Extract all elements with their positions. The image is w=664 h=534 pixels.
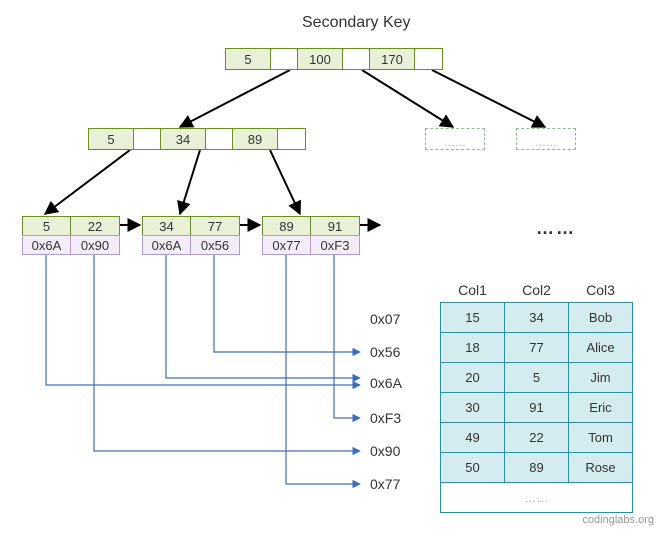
address-label-5: 0x77	[370, 476, 400, 492]
table-row: 30 91 Eric	[441, 393, 633, 423]
leaf1-ptr-1: 0x90	[71, 236, 119, 254]
table-row: 15 34 Bob	[441, 303, 633, 333]
mid-key-2: 89	[233, 129, 278, 149]
ghost-node-2: ……	[516, 128, 576, 150]
table-row: 49 22 Tom	[441, 423, 633, 453]
root-key-2: 170	[370, 49, 415, 69]
cell: Rose	[569, 453, 633, 483]
cell: 91	[505, 393, 569, 423]
leaf3-ptr-0: 0x77	[263, 236, 311, 254]
mid-key-0: 5	[89, 129, 134, 149]
cell: 89	[505, 453, 569, 483]
address-label-2: 0x6A	[370, 375, 402, 391]
cell: 22	[505, 423, 569, 453]
cell: 34	[505, 303, 569, 333]
cell: 30	[441, 393, 505, 423]
leaf3-key-0: 89	[263, 217, 311, 235]
address-label-0: 0x07	[370, 311, 400, 327]
table-row: 20 5 Jim	[441, 363, 633, 393]
cell: 15	[441, 303, 505, 333]
mid-ptr-0	[134, 129, 161, 149]
cell: 50	[441, 453, 505, 483]
table-row: 18 77 Alice	[441, 333, 633, 363]
btree-leaf-1: 5 22 0x6A 0x90	[22, 216, 120, 255]
root-key-0: 5	[226, 49, 271, 69]
leaf2-ptr-0: 0x6A	[143, 236, 191, 254]
cell: Eric	[569, 393, 633, 423]
btree-root-node: 5 100 170	[225, 48, 443, 70]
leaf2-key-0: 34	[143, 217, 191, 235]
mid-ptr-2	[278, 129, 305, 149]
leaf1-ptr-0: 0x6A	[23, 236, 71, 254]
leaf2-ptr-1: 0x56	[191, 236, 239, 254]
cell: Bob	[569, 303, 633, 333]
cell: 5	[505, 363, 569, 393]
leaf-continuation-dots: ……	[536, 218, 576, 239]
ghost-node-1: ……	[425, 128, 485, 150]
address-label-1: 0x56	[370, 344, 400, 360]
cell: Tom	[569, 423, 633, 453]
cell: 18	[441, 333, 505, 363]
table-row: 50 89 Rose	[441, 453, 633, 483]
root-ptr-2	[415, 49, 442, 69]
cell: Jim	[569, 363, 633, 393]
leaf3-key-1: 91	[311, 217, 359, 235]
root-ptr-1	[343, 49, 370, 69]
btree-internal-node: 5 34 89	[88, 128, 306, 150]
page-title: Secondary Key	[302, 14, 411, 32]
table-header-col3: Col3	[569, 278, 633, 303]
mid-key-1: 34	[161, 129, 206, 149]
table-header-col1: Col1	[441, 278, 505, 303]
root-ptr-0	[271, 49, 298, 69]
table-footer-cell: ……	[441, 483, 633, 513]
leaf1-key-1: 22	[71, 217, 119, 235]
cell: Alice	[569, 333, 633, 363]
address-label-3: 0xF3	[370, 410, 401, 426]
root-key-1: 100	[298, 49, 343, 69]
btree-leaf-3: 89 91 0x77 0xF3	[262, 216, 360, 255]
leaf2-key-1: 77	[191, 217, 239, 235]
watermark: codinglabs.org	[582, 514, 654, 526]
cell: 20	[441, 363, 505, 393]
mid-ptr-1	[206, 129, 233, 149]
table-header-col2: Col2	[505, 278, 569, 303]
address-label-4: 0x90	[370, 443, 400, 459]
cell: 77	[505, 333, 569, 363]
btree-leaf-2: 34 77 0x6A 0x56	[142, 216, 240, 255]
leaf3-ptr-1: 0xF3	[311, 236, 359, 254]
table-footer-row: ……	[441, 483, 633, 513]
leaf1-key-0: 5	[23, 217, 71, 235]
data-table: Col1 Col2 Col3 15 34 Bob 18 77 Alice 20 …	[440, 278, 633, 513]
cell: 49	[441, 423, 505, 453]
